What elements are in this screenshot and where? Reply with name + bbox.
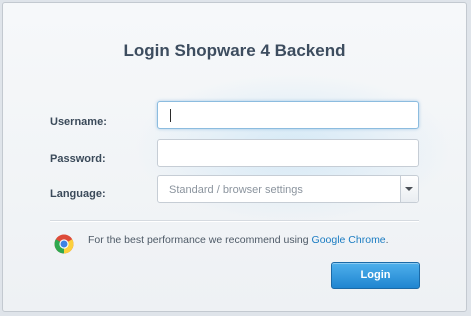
password-input[interactable] xyxy=(158,140,418,166)
username-field[interactable] xyxy=(157,101,419,129)
language-dropdown-trigger[interactable] xyxy=(400,176,418,202)
chevron-down-icon xyxy=(405,187,413,191)
recommendation-suffix: . xyxy=(385,234,389,246)
username-label: Username: xyxy=(50,116,107,128)
password-field[interactable] xyxy=(157,139,419,167)
chrome-icon xyxy=(54,234,74,254)
password-label: Password: xyxy=(50,153,106,165)
language-select[interactable]: Standard / browser settings xyxy=(157,175,419,203)
language-label: Language: xyxy=(50,188,106,200)
browser-recommendation: For the best performance we recommend us… xyxy=(88,234,389,246)
language-select-value: Standard / browser settings xyxy=(169,184,303,196)
login-button[interactable]: Login xyxy=(331,262,420,289)
login-window: Login Shopware 4 Backend Username: Passw… xyxy=(2,2,467,312)
google-chrome-link[interactable]: Google Chrome xyxy=(312,234,386,246)
divider xyxy=(50,220,419,222)
text-cursor xyxy=(170,109,171,122)
username-input[interactable] xyxy=(158,102,418,128)
recommendation-text: For the best performance we recommend us… xyxy=(88,234,312,246)
page-title: Login Shopware 4 Backend xyxy=(123,41,346,60)
